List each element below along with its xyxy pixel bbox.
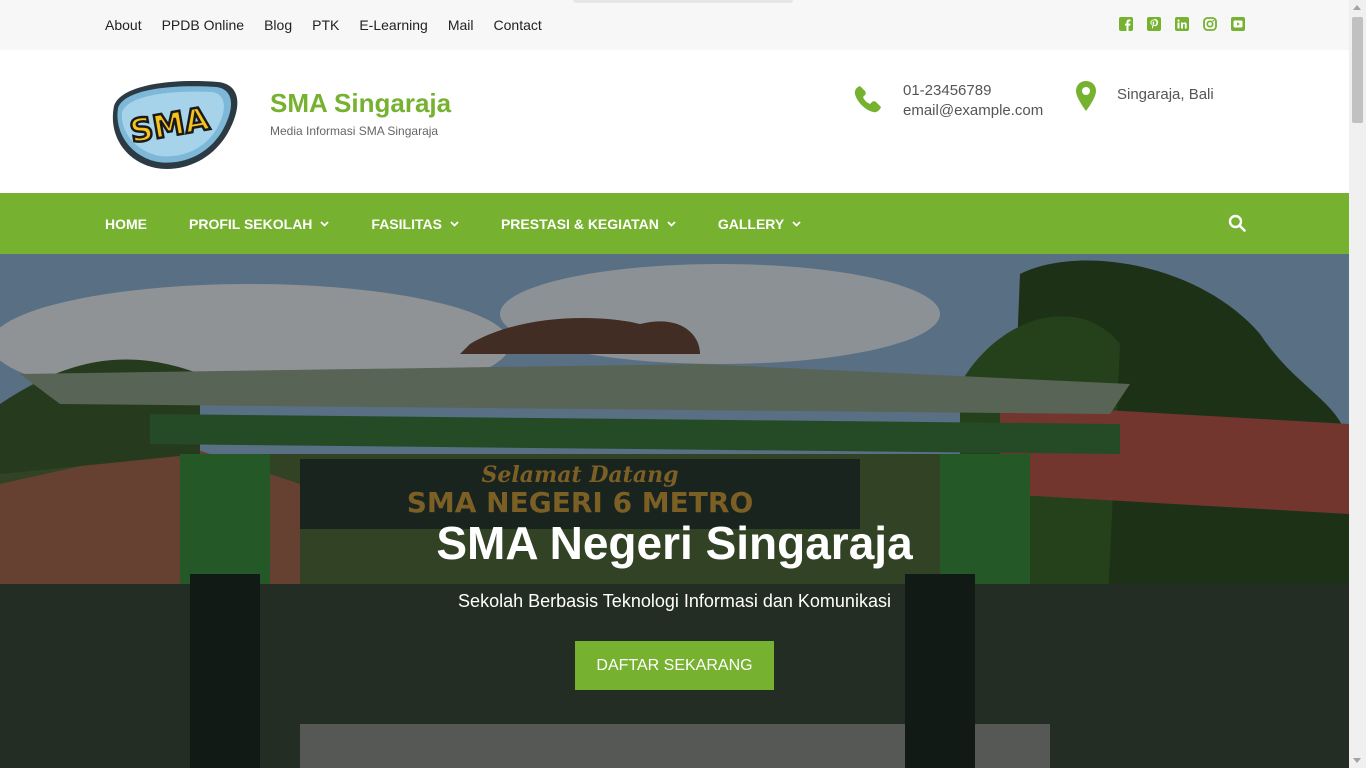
social-links [1105, 17, 1245, 31]
nav-home-label: HOME [105, 215, 147, 232]
nav-profil-sekolah[interactable]: PROFIL SEKOLAH [189, 215, 330, 232]
site-header: SMA SMA Singaraja Media Informasi SMA Si… [0, 50, 1349, 193]
top-link-blog[interactable]: Blog [264, 17, 292, 33]
nav-gallery[interactable]: GALLERY [718, 216, 801, 232]
pinterest-icon[interactable] [1147, 17, 1161, 31]
email-address: email@example.com [903, 102, 1044, 119]
hero-subtitle: Sekolah Berbasis Teknologi Informasi dan… [458, 591, 891, 611]
map-pin-icon [1075, 80, 1097, 112]
tab-indicator [573, 0, 793, 3]
nav-prestasi-kegiatan[interactable]: PRESTASI & KEGIATAN [501, 216, 676, 232]
top-link-e-learning[interactable]: E-Learning [359, 17, 428, 33]
daftar-sekarang-button[interactable]: DAFTAR SEKARANG [575, 641, 774, 690]
chevron-down-icon [667, 220, 676, 227]
chevron-down-icon [792, 220, 801, 227]
top-link-mail[interactable]: Mail [448, 17, 474, 33]
nav-profil-sekolah-label: PROFIL SEKOLAH [189, 215, 313, 232]
chevron-down-icon [320, 220, 330, 227]
instagram-icon[interactable] [1203, 17, 1217, 31]
chevron-down-icon [450, 220, 459, 227]
nav-prestasi-kegiatan-label: PRESTASI & KEGIATAN [500, 215, 659, 232]
phone-number: 01-23456789 [903, 82, 992, 99]
scroll-up-arrow-icon[interactable] [1353, 5, 1361, 10]
site-title[interactable]: SMA Singaraja [270, 88, 451, 119]
top-bar: About PPDB Online Blog PTK E-Learning Ma… [0, 0, 1349, 50]
hero-overlay [0, 254, 1349, 768]
scrollbar-thumb[interactable] [1352, 17, 1363, 123]
hero-title: SMA Negeri Singaraja [436, 517, 913, 569]
top-link-about[interactable]: About [105, 17, 142, 33]
top-link-ppdb-online[interactable]: PPDB Online [162, 17, 244, 33]
search-icon[interactable] [1228, 214, 1246, 232]
top-link-contact[interactable]: Contact [494, 17, 542, 33]
top-link-ptk[interactable]: PTK [312, 17, 339, 33]
scroll-down-arrow-icon[interactable] [1353, 758, 1361, 763]
facebook-icon[interactable] [1119, 17, 1133, 31]
contact-phone-block: 01-23456789 email@example.com [903, 81, 1043, 121]
main-nav: HOME PROFIL SEKOLAH FASILITAS PRESTASI &… [0, 193, 1349, 254]
youtube-icon[interactable] [1231, 17, 1245, 31]
location-text: Singaraja, Bali [1117, 86, 1214, 103]
nav-fasilitas[interactable]: FASILITAS [371, 216, 459, 232]
hero-banner: Selamat Datang SMA NEGERI 6 METRO SMA Ne… [0, 254, 1349, 768]
nav-fasilitas-label: FASILITAS [371, 215, 442, 232]
phone-icon [852, 83, 884, 115]
linkedin-icon[interactable] [1175, 17, 1189, 31]
nav-home[interactable]: HOME [105, 216, 147, 232]
top-links: About PPDB Online Blog PTK E-Learning Ma… [105, 0, 562, 50]
page-scrollbar[interactable] [1349, 0, 1366, 768]
site-tagline: Media Informasi SMA Singaraja [270, 124, 439, 138]
nav-gallery-label: GALLERY [717, 215, 785, 232]
site-logo[interactable]: SMA [108, 78, 242, 172]
